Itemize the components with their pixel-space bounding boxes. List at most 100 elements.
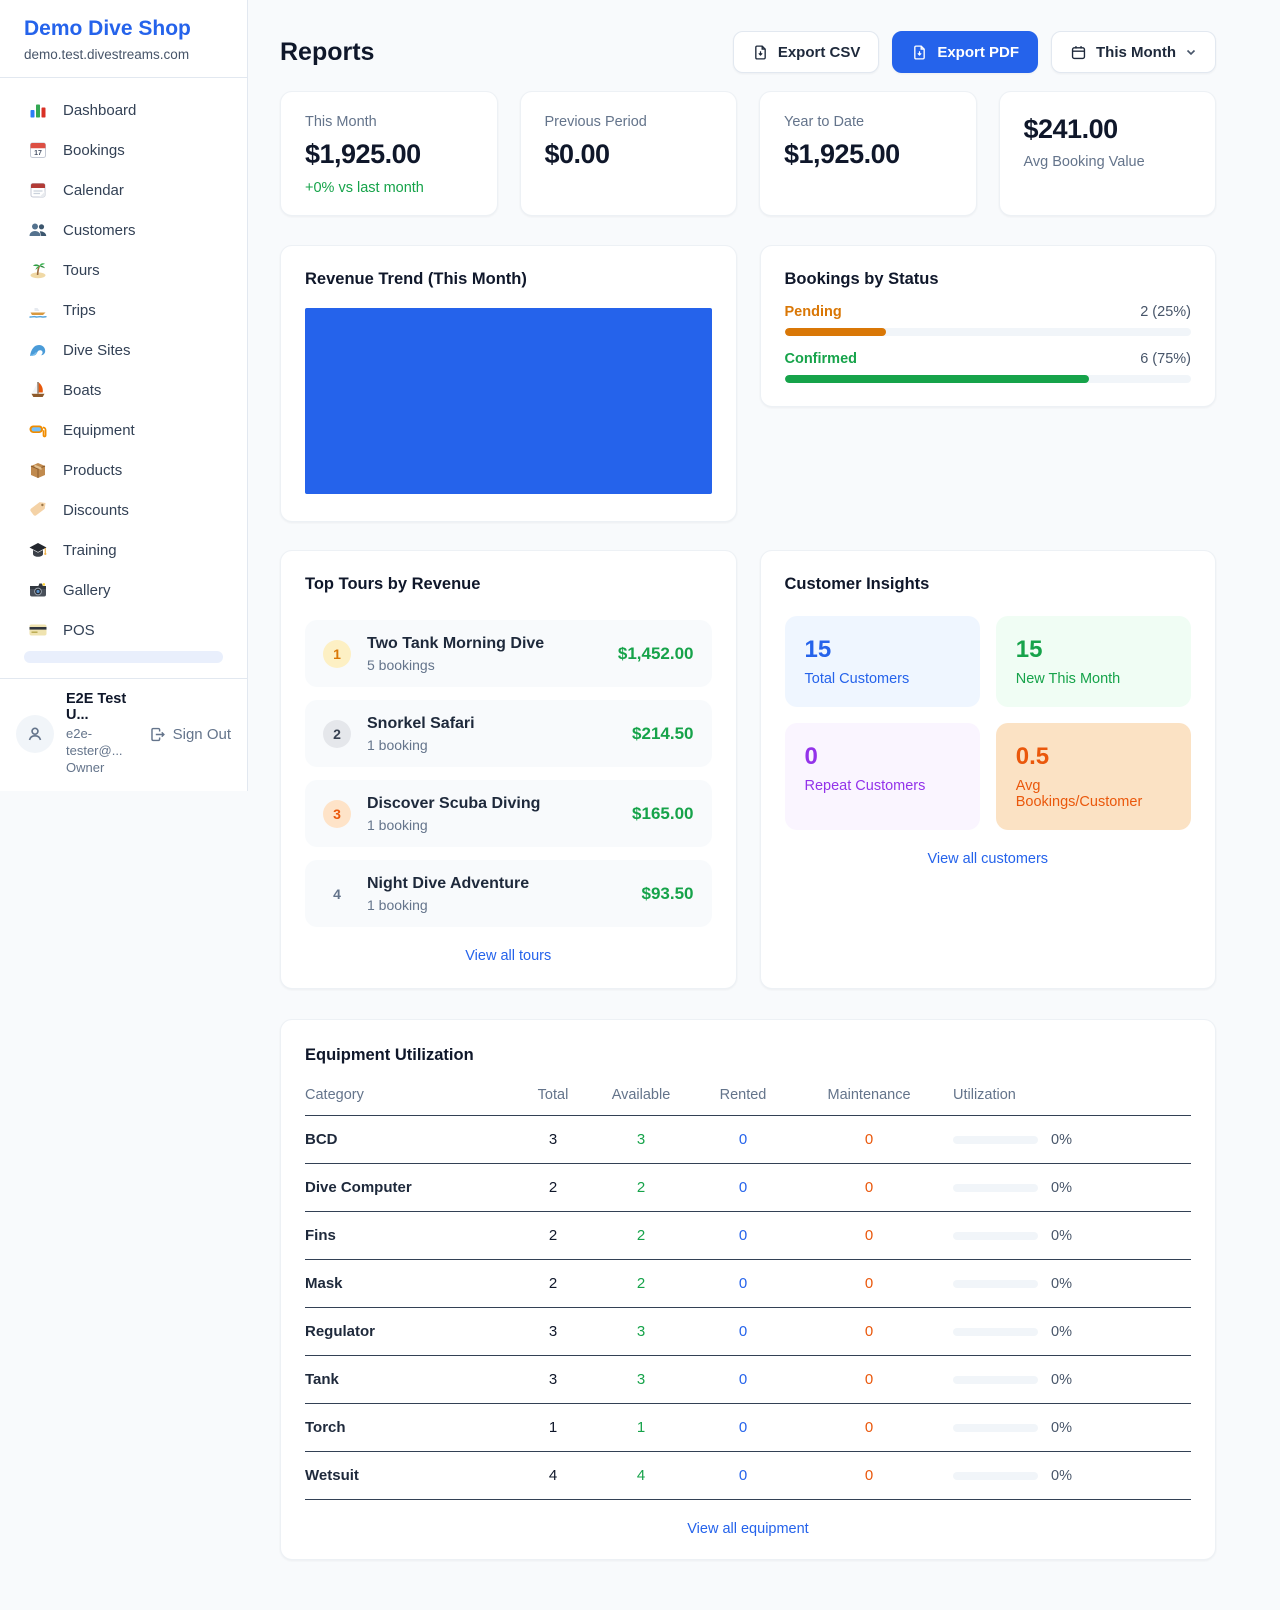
cell-utilization: 0%	[923, 1324, 1191, 1340]
cell-available: 1	[611, 1419, 671, 1436]
stat-value: $0.00	[545, 139, 713, 170]
view-all-equipment-link[interactable]: View all equipment	[305, 1521, 1191, 1537]
sidebar-item-bookings[interactable]: 17 Bookings	[12, 130, 235, 170]
cell-available: 2	[611, 1275, 671, 1292]
rank-badge: 4	[323, 880, 351, 908]
period-dropdown[interactable]: This Month	[1051, 31, 1216, 73]
rank-badge: 3	[323, 800, 351, 828]
sidebar-item-training[interactable]: Training	[12, 530, 235, 570]
status-bar-track	[785, 328, 1192, 336]
stat-card-avg-booking-value: $241.00 Avg Booking Value	[999, 91, 1217, 216]
camera-icon	[28, 580, 48, 600]
status-label: Confirmed	[785, 351, 858, 367]
tour-row: 1 Two Tank Morning Dive 5 bookings $1,45…	[305, 620, 712, 687]
insight-tile-repeat-customers: 0 Repeat Customers	[785, 723, 980, 830]
tile-label: New This Month	[1016, 671, 1171, 687]
cell-total: 2	[495, 1179, 611, 1196]
brand-name: Demo Dive Shop	[24, 17, 223, 41]
export-pdf-button[interactable]: Export PDF	[892, 31, 1038, 73]
insight-tile-new-this-month: 15 New This Month	[996, 616, 1191, 707]
table-row: Fins 2 2 0 0 0%	[305, 1212, 1191, 1260]
revenue-trend-card: Revenue Trend (This Month)	[280, 245, 737, 522]
cell-category: Dive Computer	[305, 1179, 495, 1196]
status-bar-fill	[785, 375, 1090, 383]
insight-tiles: 15 Total Customers 15 New This Month 0 R…	[785, 616, 1192, 830]
cell-available: 3	[611, 1371, 671, 1388]
cell-maintenance: 0	[815, 1467, 923, 1484]
avatar	[16, 715, 54, 753]
sidebar-item-discounts[interactable]: Discounts	[12, 490, 235, 530]
tour-revenue: $165.00	[632, 804, 693, 824]
view-all-tours-link[interactable]: View all tours	[305, 948, 712, 964]
sidebar-item-tours[interactable]: Tours	[12, 250, 235, 290]
table-row: Torch 1 1 0 0 0%	[305, 1404, 1191, 1452]
sidebar-item-customers[interactable]: Customers	[12, 210, 235, 250]
sidebar: Demo Dive Shop demo.test.divestreams.com…	[0, 0, 248, 791]
sidebar-item-products[interactable]: Products	[12, 450, 235, 490]
cell-category: Regulator	[305, 1323, 495, 1340]
status-label: Pending	[785, 304, 842, 320]
tag-icon	[28, 500, 48, 520]
stat-label: This Month	[305, 114, 473, 130]
sidebar-item-label: Discounts	[63, 502, 129, 519]
cell-rented: 0	[671, 1467, 815, 1484]
insights-row: Top Tours by Revenue 1 Two Tank Morning …	[280, 550, 1216, 989]
stat-label: Year to Date	[784, 114, 952, 130]
tour-revenue: $1,452.00	[618, 644, 694, 664]
cell-total: 3	[495, 1131, 611, 1148]
cell-rented: 0	[671, 1275, 815, 1292]
brand-header: Demo Dive Shop demo.test.divestreams.com	[0, 0, 247, 78]
sidebar-item-gallery[interactable]: Gallery	[12, 570, 235, 610]
sidebar-item-dashboard[interactable]: Dashboard	[12, 90, 235, 130]
file-download-icon	[911, 44, 928, 61]
sidebar-item-label: Equipment	[63, 422, 135, 439]
main-content: Reports Export CSV Export PDF This Month…	[280, 0, 1216, 1560]
credit-card-icon	[28, 620, 48, 640]
utilization-bar-track	[953, 1232, 1038, 1240]
cell-total: 2	[495, 1275, 611, 1292]
sidebar-item-trips[interactable]: Trips	[12, 290, 235, 330]
utilization-percent: 0%	[1051, 1420, 1072, 1436]
table-row: Mask 2 2 0 0 0%	[305, 1260, 1191, 1308]
header-actions: Export CSV Export PDF This Month	[733, 31, 1216, 73]
cell-total: 1	[495, 1419, 611, 1436]
utilization-percent: 0%	[1051, 1180, 1072, 1196]
sidebar-item-boats[interactable]: Boats	[12, 370, 235, 410]
graduation-cap-icon	[28, 540, 48, 560]
sidebar-item-active-partial[interactable]	[24, 651, 223, 663]
stat-card-this-month: This Month $1,925.00 +0% vs last month	[280, 91, 498, 216]
calendar-icon	[1070, 44, 1087, 61]
bookings-by-status-title: Bookings by Status	[785, 270, 1192, 289]
tile-value: 15	[1016, 636, 1171, 664]
table-row: BCD 3 3 0 0 0%	[305, 1116, 1191, 1164]
table-row: Tank 3 3 0 0 0%	[305, 1356, 1191, 1404]
view-all-customers-link[interactable]: View all customers	[785, 851, 1192, 867]
speedboat-icon	[28, 300, 48, 320]
charts-row: Revenue Trend (This Month) Bookings by S…	[280, 245, 1216, 522]
diving-mask-icon	[28, 420, 48, 440]
tour-name: Snorkel Safari	[367, 715, 475, 733]
sidebar-item-equipment[interactable]: Equipment	[12, 410, 235, 450]
sidebar-item-label: POS	[63, 622, 95, 639]
cell-maintenance: 0	[815, 1419, 923, 1436]
sign-out-button[interactable]: Sign Out	[149, 726, 231, 743]
sidebar-item-calendar[interactable]: Calendar	[12, 170, 235, 210]
cell-utilization: 0%	[923, 1276, 1191, 1292]
cell-total: 2	[495, 1227, 611, 1244]
user-name: E2E Test U...	[66, 691, 137, 723]
table-row: Regulator 3 3 0 0 0%	[305, 1308, 1191, 1356]
export-csv-button[interactable]: Export CSV	[733, 31, 880, 73]
cell-rented: 0	[671, 1179, 815, 1196]
sidebar-item-pos[interactable]: POS	[12, 610, 235, 650]
col-header-maintenance: Maintenance	[815, 1087, 923, 1103]
user-role: Owner	[66, 760, 137, 777]
sidebar-item-dive-sites[interactable]: Dive Sites	[12, 330, 235, 370]
tile-value: 0	[805, 743, 960, 771]
revenue-trend-bar	[305, 308, 712, 494]
period-label: This Month	[1096, 44, 1176, 61]
tour-name: Discover Scuba Diving	[367, 795, 540, 813]
cell-total: 3	[495, 1371, 611, 1388]
cell-rented: 0	[671, 1323, 815, 1340]
status-row-confirmed: Confirmed 6 (75%)	[785, 351, 1192, 383]
page-header: Reports Export CSV Export PDF This Month	[280, 30, 1216, 74]
